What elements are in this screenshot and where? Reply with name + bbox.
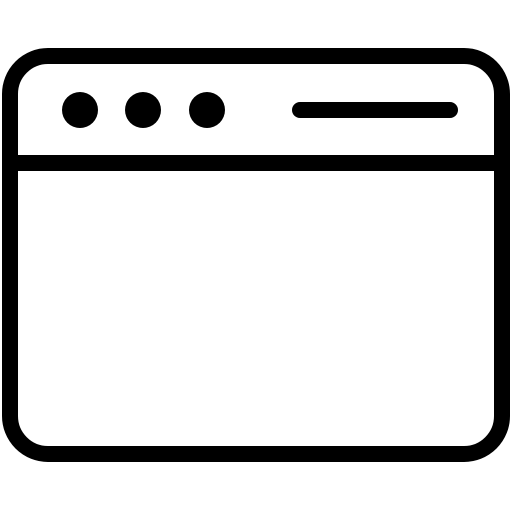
window-dot-3 <box>189 92 225 128</box>
window-dot-2 <box>125 92 161 128</box>
window-dot-1 <box>62 92 98 128</box>
browser-window-icon-svg <box>2 48 510 462</box>
browser-window-icon <box>0 0 512 512</box>
